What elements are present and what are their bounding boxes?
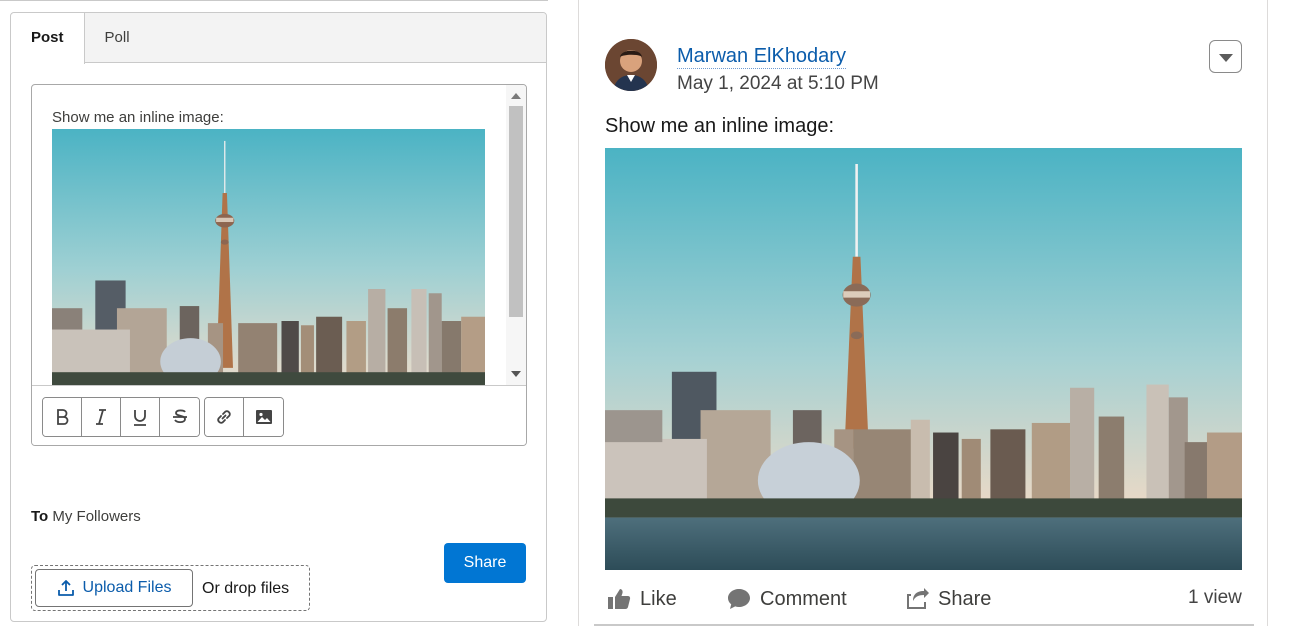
share-icon [907,588,929,609]
feed-right-border [1267,0,1268,626]
underline-button[interactable] [121,398,160,436]
post-body-text: Show me an inline image: [605,115,835,137]
comment-button[interactable]: Comment [726,584,847,614]
link-icon [217,410,231,424]
scroll-down-arrow-icon[interactable] [511,371,521,377]
file-dropzone[interactable]: Upload Files Or drop files [31,565,310,611]
like-button[interactable]: Like [606,584,677,614]
top-border [0,0,548,1]
avatar[interactable] [605,39,657,91]
tab-post[interactable]: Post [11,13,85,64]
bold-button[interactable] [43,398,82,436]
italic-button[interactable] [82,398,121,436]
upload-icon [57,580,74,596]
insert-button-group [204,397,284,437]
editor-scrollbar[interactable] [506,85,526,385]
audience-value: My Followers [52,508,141,525]
editor-content[interactable]: Show me an inline image: [32,85,508,385]
scroll-up-arrow-icon[interactable] [511,93,521,99]
bold-icon [57,409,69,425]
comment-icon [728,589,750,609]
editor-toolbar [32,385,526,445]
post-timestamp[interactable]: May 1, 2024 at 5:10 PM [677,73,879,95]
editor-text: Show me an inline image: [52,109,224,126]
italic-icon [96,409,106,425]
thumbs-up-icon [608,589,631,609]
underline-icon [134,410,146,426]
drop-files-text: Or drop files [202,580,290,597]
comment-label: Comment [760,587,847,610]
upload-files-label: Upload Files [82,579,172,596]
inline-image[interactable] [52,129,485,385]
audience-line: To My Followers [31,508,141,525]
scroll-thumb[interactable] [509,106,523,317]
format-button-group [42,397,200,437]
upload-files-button[interactable]: Upload Files [35,569,193,607]
share-post-label: Share [938,587,992,610]
view-count: 1 view [1188,587,1242,608]
strikethrough-icon [172,409,187,424]
feed-left-border [578,0,579,626]
like-label: Like [640,587,677,610]
post-menu-button[interactable] [1209,40,1242,73]
share-button[interactable]: Share [444,543,526,583]
rich-text-editor[interactable]: Show me an inline image: [31,84,527,446]
tab-poll[interactable]: Poll [85,13,150,62]
link-button[interactable] [205,398,244,436]
author-name-link[interactable]: Marwan ElKhodary [677,45,846,69]
image-icon [255,410,272,424]
chevron-down-icon [1218,54,1233,62]
post-composer: Post Poll Show me an inline image: To My… [10,12,547,622]
share-post-button[interactable]: Share [904,584,991,614]
image-button[interactable] [244,398,283,436]
post-inline-image[interactable] [605,148,1242,570]
to-label: To [31,508,49,525]
strikethrough-button[interactable] [160,398,199,436]
composer-tabs: Post Poll [11,13,546,64]
